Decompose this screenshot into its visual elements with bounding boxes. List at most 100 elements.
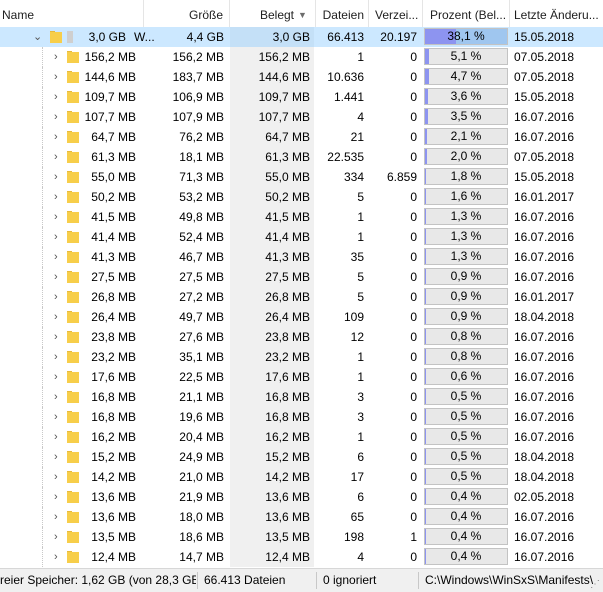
chevron-right-icon[interactable]: › <box>54 107 58 127</box>
table-row[interactable]: › 107,7 MB 107,9 MB 107,7 MB 4 0 3,5 % 1… <box>0 107 603 127</box>
table-row[interactable]: › 41,3 MB 46,7 MB 41,3 MB 35 0 1,3 % 16.… <box>0 247 603 267</box>
chevron-right-icon[interactable]: › <box>54 387 58 407</box>
status-separator <box>316 572 317 589</box>
chevron-right-icon[interactable]: › <box>54 247 58 267</box>
total-size: 109,7 MB <box>84 90 136 104</box>
chevron-right-icon[interactable]: › <box>54 87 58 107</box>
table-row[interactable]: › 13,6 MB 18,0 MB 13,6 MB 65 0 0,4 % 16.… <box>0 507 603 527</box>
percent-text: 0,8 % <box>450 329 482 343</box>
tree-line <box>42 47 43 67</box>
chevron-right-icon[interactable]: › <box>54 447 58 467</box>
table-row[interactable]: › 144,6 MB 183,7 MB 144,6 MB 10.636 0 4,… <box>0 67 603 87</box>
free-space-text: reier Speicher: 1,62 GB (von 28,3 GB) <box>0 573 196 587</box>
total-size: 26,4 MB <box>91 310 136 324</box>
date-value: 16.07.2016 <box>514 430 575 444</box>
table-row[interactable]: › 50,2 MB 53,2 MB 50,2 MB 5 0 1,6 % 16.0… <box>0 187 603 207</box>
total-size: 15,2 MB <box>91 450 136 464</box>
percent-bar: 0,8 % <box>424 348 508 365</box>
tree-line <box>42 527 43 547</box>
chevron-right-icon[interactable]: › <box>54 527 58 547</box>
folder-icon <box>67 311 79 323</box>
belegt-value: 41,3 MB <box>265 250 310 264</box>
chevron-right-icon[interactable]: › <box>54 547 58 567</box>
chevron-right-icon[interactable]: › <box>54 407 58 427</box>
chevron-right-icon[interactable]: › <box>54 267 58 287</box>
verzeichnisse-value: 0 <box>410 110 417 124</box>
table-row[interactable]: › 156,2 MB 156,2 MB 156,2 MB 1 0 5,1 % 0… <box>0 47 603 67</box>
date-value: 16.07.2016 <box>514 250 575 264</box>
belegt-value: 26,4 MB <box>265 310 310 324</box>
verzeichnisse-value: 0 <box>410 490 417 504</box>
table-row[interactable]: › 41,5 MB 49,8 MB 41,5 MB 1 0 1,3 % 16.0… <box>0 207 603 227</box>
chevron-right-icon[interactable]: › <box>54 507 58 527</box>
chevron-right-icon[interactable]: › <box>54 467 58 487</box>
column-dateien[interactable]: Dateien <box>316 0 368 27</box>
chevron-right-icon[interactable]: › <box>54 367 58 387</box>
table-row[interactable]: › 61,3 MB 18,1 MB 61,3 MB 22.535 0 2,0 %… <box>0 147 603 167</box>
table-row[interactable]: › 16,8 MB 21,1 MB 16,8 MB 3 0 0,5 % 16.0… <box>0 387 603 407</box>
table-row[interactable]: › 14,2 MB 21,0 MB 14,2 MB 17 0 0,5 % 18.… <box>0 467 603 487</box>
total-size: 17,6 MB <box>91 370 136 384</box>
table-row[interactable]: › 41,4 MB 52,4 MB 41,4 MB 1 0 1,3 % 16.0… <box>0 227 603 247</box>
percent-bar: 1,3 % <box>424 208 508 225</box>
belegt-value: 16,8 MB <box>265 410 310 424</box>
groesse-value: 156,2 MB <box>172 50 224 64</box>
total-size: 26,8 MB <box>91 290 136 304</box>
date-value: 15.05.2018 <box>514 90 575 104</box>
chevron-right-icon[interactable]: › <box>54 207 58 227</box>
column-name[interactable]: Name <box>2 0 142 27</box>
table-row[interactable]: › 64,7 MB 76,2 MB 64,7 MB 21 0 2,1 % 16.… <box>0 127 603 147</box>
table-row[interactable]: › 12,4 MB 14,7 MB 12,4 MB 4 0 0,4 % 16.0… <box>0 547 603 567</box>
chevron-right-icon[interactable]: › <box>54 347 58 367</box>
date-value: 18.04.2018 <box>514 450 575 464</box>
column-verzeichnisse[interactable]: Verzei... <box>369 0 422 27</box>
table-row[interactable]: › 23,8 MB 27,6 MB 23,8 MB 12 0 0,8 % 16.… <box>0 327 603 347</box>
chevron-right-icon[interactable]: › <box>54 427 58 447</box>
table-row[interactable]: › 109,7 MB 106,9 MB 109,7 MB 1.441 0 3,6… <box>0 87 603 107</box>
column-groesse[interactable]: Größe <box>144 0 229 27</box>
table-row[interactable]: › 15,2 MB 24,9 MB 15,2 MB 6 0 0,5 % 18.0… <box>0 447 603 467</box>
chevron-right-icon[interactable]: › <box>54 227 58 247</box>
chevron-right-icon[interactable]: › <box>54 187 58 207</box>
folder-icon <box>67 411 79 423</box>
chevron-right-icon[interactable]: › <box>54 167 58 187</box>
folder-icon <box>67 511 79 523</box>
table-row[interactable]: › 27,5 MB 27,5 MB 27,5 MB 5 0 0,9 % 16.0… <box>0 267 603 287</box>
table-row[interactable]: › 13,6 MB 21,9 MB 13,6 MB 6 0 0,4 % 02.0… <box>0 487 603 507</box>
groesse-value: 76,2 MB <box>179 130 224 144</box>
table-row[interactable]: › 55,0 MB 71,3 MB 55,0 MB 334 6.859 1,8 … <box>0 167 603 187</box>
table-row[interactable]: › 17,6 MB 22,5 MB 17,6 MB 1 0 0,6 % 16.0… <box>0 367 603 387</box>
table-row-root[interactable]: ⌄ 3,0 GB W... 4,4 GB 3,0 GB 66.413 20.19… <box>0 27 603 47</box>
chevron-right-icon[interactable]: › <box>54 127 58 147</box>
chevron-right-icon[interactable]: › <box>54 47 58 67</box>
total-size: 41,4 MB <box>91 230 136 244</box>
file-count-text: 66.413 Dateien <box>204 573 286 587</box>
chevron-right-icon[interactable]: › <box>54 287 58 307</box>
table-row[interactable]: › 16,8 MB 19,6 MB 16,8 MB 3 0 0,5 % 16.0… <box>0 407 603 427</box>
column-belegt[interactable]: Belegt <box>230 0 300 27</box>
table-row[interactable]: › 26,8 MB 27,2 MB 26,8 MB 5 0 0,9 % 16.0… <box>0 287 603 307</box>
total-size: 156,2 MB <box>84 50 136 64</box>
tree-line <box>42 447 43 467</box>
table-row[interactable]: › 23,2 MB 35,1 MB 23,2 MB 1 0 0,8 % 16.0… <box>0 347 603 367</box>
chevron-right-icon[interactable]: › <box>54 307 58 327</box>
resize-grip-icon[interactable]: ⋰ <box>590 579 600 590</box>
chevron-right-icon[interactable]: › <box>54 327 58 347</box>
chevron-right-icon[interactable]: › <box>54 487 58 507</box>
table-row[interactable]: › 13,5 MB 18,6 MB 13,5 MB 198 1 0,4 % 16… <box>0 527 603 547</box>
verzeichnisse-value: 0 <box>410 450 417 464</box>
date-value: 02.05.2018 <box>514 490 575 504</box>
belegt-value: 12,4 MB <box>265 550 310 564</box>
column-letzte-aenderung[interactable]: Letzte Änderu... <box>510 0 603 27</box>
chevron-down-icon[interactable]: ⌄ <box>33 27 42 47</box>
groesse-value: 21,0 MB <box>179 470 224 484</box>
table-row[interactable]: › 26,4 MB 49,7 MB 26,4 MB 109 0 0,9 % 18… <box>0 307 603 327</box>
percent-text: 3,6 % <box>450 89 482 103</box>
chevron-right-icon[interactable]: › <box>54 67 58 87</box>
table-row[interactable]: › 16,2 MB 20,4 MB 16,2 MB 1 0 0,5 % 16.0… <box>0 427 603 447</box>
chevron-right-icon[interactable]: › <box>54 147 58 167</box>
folder-icon <box>67 491 79 503</box>
column-prozent[interactable]: Prozent (Bel... <box>423 0 509 27</box>
belegt-value: 41,5 MB <box>265 210 310 224</box>
belegt-value: 27,5 MB <box>265 270 310 284</box>
